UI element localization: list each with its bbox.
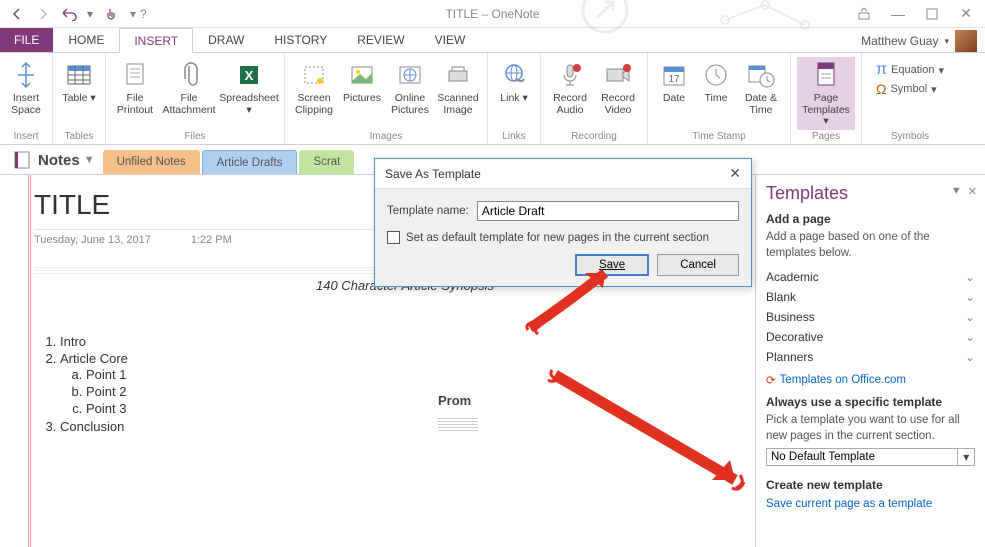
record-video-button[interactable]: Record Video [595, 57, 641, 118]
forward-button[interactable] [32, 3, 54, 25]
help-icon[interactable]: ? [140, 7, 147, 21]
chevron-down-icon: ⌄ [965, 350, 975, 364]
template-category[interactable]: Business⌄ [766, 307, 975, 327]
always-use-heading: Always use a specific template [766, 395, 975, 409]
tab-review[interactable]: REVIEW [342, 27, 419, 52]
list-item[interactable]: Conclusion [60, 418, 755, 435]
template-category[interactable]: Decorative⌄ [766, 327, 975, 347]
list-item[interactable]: Intro [60, 333, 755, 350]
close-button[interactable]: ✕ [953, 4, 979, 24]
save-button[interactable]: Save [575, 254, 649, 276]
section-tab-unfiled[interactable]: Unfiled Notes [103, 150, 200, 174]
qat-dropdown[interactable]: ▾ [84, 3, 96, 25]
dropdown-button[interactable]: ▾ [958, 448, 975, 466]
page-date: Tuesday, June 13, 2017 [34, 234, 151, 246]
templates-title: Templates [766, 183, 975, 204]
default-checkbox[interactable] [387, 231, 400, 244]
user-name: Matthew Guay [861, 34, 938, 48]
office-templates-link[interactable]: ⟳Templates on Office.com [766, 373, 975, 387]
online-pictures-button[interactable]: Online Pictures [387, 57, 433, 118]
tab-home[interactable]: HOME [53, 27, 119, 52]
minimize-button[interactable]: — [885, 4, 911, 24]
chevron-down-icon: ⌄ [965, 290, 975, 304]
ribbon-options-button[interactable] [851, 4, 877, 24]
section-tab-article-drafts[interactable]: Article Drafts [202, 150, 298, 174]
pane-menu-icon[interactable]: ▼ [951, 185, 962, 198]
template-category[interactable]: Academic⌄ [766, 267, 975, 287]
save-template-dialog: Save As Template ✕ Template name: Set as… [374, 158, 752, 287]
ribbon: Insert Space Insert Table ▾ Tables File … [0, 53, 985, 145]
tab-insert[interactable]: INSERT [119, 28, 193, 53]
table-button[interactable]: Table ▾ [59, 57, 99, 107]
scanned-image-button[interactable]: Scanned Image [435, 57, 481, 118]
list-item[interactable]: Point 3 [86, 400, 755, 417]
add-page-text: Add a page based on one of the templates… [766, 230, 975, 261]
equation-button[interactable]: π Equation ▾ [876, 61, 944, 79]
tab-draw[interactable]: DRAW [193, 27, 259, 52]
default-checkbox-label: Set as default template for new pages in… [406, 232, 709, 244]
quick-access-toolbar: ▾ ▾ [6, 3, 140, 25]
default-template-select[interactable] [766, 448, 958, 466]
section-tab-scratch[interactable]: Scrat [299, 150, 354, 174]
always-use-text: Pick a template you want to use for all … [766, 413, 975, 444]
svg-text:X: X [245, 68, 254, 83]
create-template-heading: Create new template [766, 478, 975, 492]
maximize-button[interactable] [919, 4, 945, 24]
menu-tabs: FILE HOME INSERT DRAW HISTORY REVIEW VIE… [0, 28, 985, 53]
link-button[interactable]: Link ▾ [494, 57, 534, 107]
dialog-title: Save As Template [385, 167, 481, 181]
pane-close-icon[interactable]: ✕ [968, 185, 977, 198]
outline[interactable]: Intro Article Core Point 1 Point 2 Point… [34, 333, 755, 435]
file-tab[interactable]: FILE [0, 27, 53, 52]
undo-button[interactable] [58, 3, 80, 25]
pictures-button[interactable]: Pictures [339, 57, 385, 107]
time-button[interactable]: Time [696, 57, 736, 107]
save-as-template-link[interactable]: Save current page as a template [766, 498, 975, 510]
file-attachment-button[interactable]: File Attachment [160, 57, 218, 118]
dialog-close-icon[interactable]: ✕ [729, 165, 741, 182]
templates-pane: ▼ ✕ Templates Add a page Add a page base… [755, 175, 985, 547]
cancel-button[interactable]: Cancel [657, 254, 739, 276]
screen-clipping-button[interactable]: Screen Clipping [291, 57, 337, 118]
insert-space-button[interactable]: Insert Space [6, 57, 46, 118]
notebook-dropdown[interactable]: Notes ▼ [4, 146, 103, 174]
template-category[interactable]: Planners⌄ [766, 347, 975, 367]
margin-line [30, 175, 31, 547]
svg-text:17: 17 [668, 74, 680, 85]
file-printout-button[interactable]: File Printout [112, 57, 158, 118]
template-name-input[interactable] [477, 201, 739, 221]
margin-line [28, 175, 29, 547]
user-account[interactable]: Matthew Guay ▾ [861, 30, 985, 52]
back-button[interactable] [6, 3, 28, 25]
list-item: Article Core Point 1 Point 2 Point 3 [60, 350, 755, 418]
tab-history[interactable]: HISTORY [259, 27, 342, 52]
avatar [955, 30, 977, 52]
list-item[interactable]: Point 2 [86, 383, 755, 400]
template-category[interactable]: Blank⌄ [766, 287, 975, 307]
default-checkbox-row[interactable]: Set as default template for new pages in… [387, 231, 739, 244]
symbol-button[interactable]: Ω Symbol ▾ [876, 81, 937, 97]
qat-customize[interactable]: ▾ [126, 3, 140, 25]
date-button[interactable]: 17Date [654, 57, 694, 107]
page-time: 1:22 PM [191, 234, 232, 246]
tab-view[interactable]: VIEW [420, 27, 481, 52]
titlebar: ▾ ▾ TITLE – OneNote ? — ✕ [0, 0, 985, 28]
chevron-down-icon: ⌄ [965, 310, 975, 324]
page-templates-button[interactable]: Page Templates ▾ [797, 57, 855, 130]
date-time-button[interactable]: Date & Time [738, 57, 784, 118]
chevron-down-icon: ⌄ [965, 270, 975, 284]
template-name-label: Template name: [387, 205, 469, 217]
window-title: TITLE – OneNote [445, 7, 539, 21]
record-audio-button[interactable]: Record Audio [547, 57, 593, 118]
prompt-label: Prom [438, 393, 478, 433]
chevron-down-icon: ⌄ [965, 330, 975, 344]
add-page-heading: Add a page [766, 212, 975, 226]
spreadsheet-button[interactable]: XSpreadsheet ▾ [220, 57, 278, 118]
list-item[interactable]: Point 1 [86, 366, 755, 383]
touch-mode-button[interactable] [100, 3, 122, 25]
